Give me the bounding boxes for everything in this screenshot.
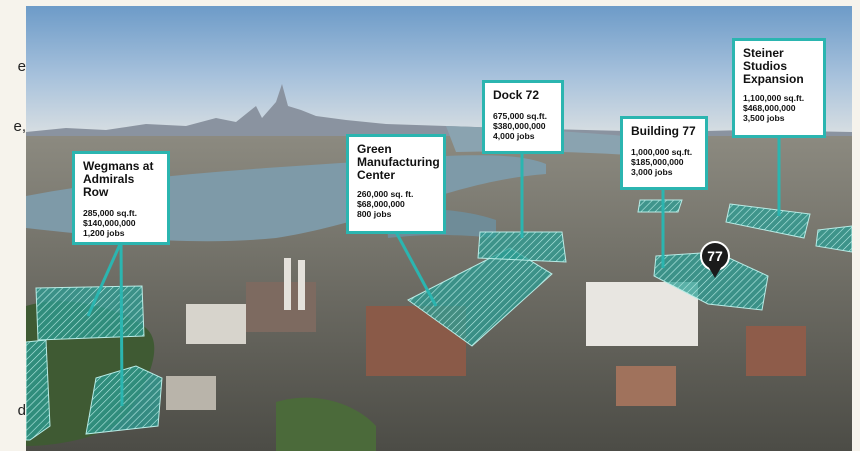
callout-sqft: 675,000 sq.ft. [493,111,547,121]
callout-sqft: 1,000,000 sq.ft. [631,147,693,157]
callout-title: Building 77 [631,124,696,138]
callout-dock-72: Dock 72 675,000 sq.ft. $380,000,000 4,00… [482,80,564,154]
callout-jobs: 3,500 jobs [743,113,785,123]
leader-line [119,241,124,407]
cropped-text-fragment: e [17,58,26,75]
smokestack [284,258,291,310]
callout-sqft: 260,000 sq. ft. [357,189,414,199]
callout-cost: $140,000,000 [83,218,136,228]
callout-sqft: 1,100,000 sq.ft. [743,93,805,103]
callout-cost: $68,000,000 [357,199,405,209]
sky [26,6,852,136]
pin-label: 77 [707,248,723,264]
callout-title: Green Manufacturing Center [357,142,440,182]
cropped-text-fragment: e, [13,118,26,135]
callout-title: Wegmans at Admirals Row [83,159,154,199]
building-block [746,326,806,376]
building-block [166,376,216,410]
callout-sqft: 285,000 sq.ft. [83,208,137,218]
zone-steiner-west [637,199,683,213]
smokestack [298,260,305,310]
building-block [586,282,698,346]
callout-cost: $185,000,000 [631,157,684,167]
callout-steiner-studios: Steiner Studios Expansion 1,100,000 sq.f… [732,38,826,138]
building-block [616,366,676,406]
cropped-text-fragment: d [17,402,26,419]
callout-cost: $380,000,000 [493,121,546,131]
aerial-photo: 77 Wegmans at Admirals Row 285,000 sq.ft… [26,6,852,451]
callout-wegmans: Wegmans at Admirals Row 285,000 sq.ft. $… [72,151,170,245]
zone-left-edge [26,339,51,441]
callout-green-manufacturing: Green Manufacturing Center 260,000 sq. f… [346,134,446,234]
building-block [186,304,246,344]
callout-title: Dock 72 [493,88,540,102]
building-block [246,282,316,332]
callout-jobs: 1,200 jobs [83,228,125,238]
callout-jobs: 4,000 jobs [493,131,535,141]
callout-cost: $468,000,000 [743,103,796,113]
callout-title: Steiner Studios Expansion [743,46,804,86]
callout-building-77: Building 77 1,000,000 sq.ft. $185,000,00… [620,116,708,190]
callout-jobs: 3,000 jobs [631,167,673,177]
callout-jobs: 800 jobs [357,209,392,219]
